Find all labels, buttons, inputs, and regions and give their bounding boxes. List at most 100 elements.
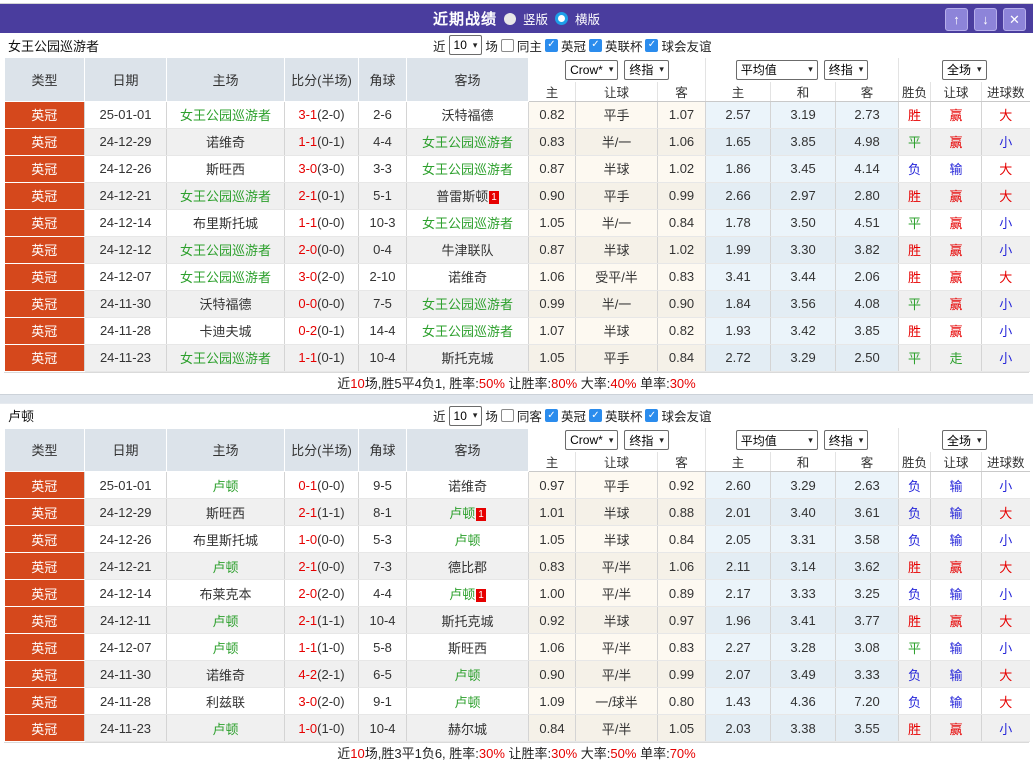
odds-handicap: 平/半 xyxy=(575,714,658,742)
result-goals: 小 xyxy=(981,633,1030,661)
match-date: 24-12-07 xyxy=(84,633,167,661)
same-away-label[interactable]: 同客 xyxy=(517,406,542,425)
match-date: 25-01-01 xyxy=(84,471,167,499)
col-odds-handicap: 让球 xyxy=(575,81,658,102)
final-average-select[interactable]: 终指 ▾ xyxy=(823,59,869,80)
match-date: 24-12-29 xyxy=(84,128,167,156)
home-team-name: 卢顿 xyxy=(212,721,239,737)
near-label: 近 xyxy=(433,410,446,424)
up-arrow-icon: ↑ xyxy=(953,12,960,27)
horizontal-view-label[interactable]: 横版 xyxy=(575,9,600,28)
final-odds-select[interactable]: 终指 ▾ xyxy=(624,59,669,80)
scope-dropdown: 全场 ▾ xyxy=(898,57,1030,82)
avg-away: 3.85 xyxy=(835,317,899,345)
league-checkbox-yinglianbei[interactable]: ✓ xyxy=(588,409,602,422)
bookmaker-select[interactable]: Crow* ▾ xyxy=(565,59,619,80)
col-avg-home: 主 xyxy=(705,81,771,102)
scope-dropdown: 全场 ▾ xyxy=(898,428,1030,452)
horizontal-view-radio[interactable] xyxy=(555,12,568,25)
result-handicap: 赢 xyxy=(930,263,982,291)
average-select[interactable]: 平均值 ▾ xyxy=(735,430,818,450)
league-checkbox-friendly[interactable]: ✓ xyxy=(645,38,659,52)
avg-away: 3.08 xyxy=(835,633,899,661)
odds-handicap: 平手 xyxy=(575,182,658,210)
odds-away: 1.02 xyxy=(656,236,706,264)
corner-score: 10-3 xyxy=(358,209,407,237)
league-label-friendly[interactable]: 球会友谊 xyxy=(661,406,711,425)
avg-away: 4.14 xyxy=(835,155,899,183)
avg-home: 1.96 xyxy=(705,606,771,634)
odds-home: 1.00 xyxy=(528,579,576,607)
avg-draw: 3.19 xyxy=(770,101,836,129)
league-checkbox-yingguan[interactable]: ✓ xyxy=(544,38,558,52)
league-label-yinglianbei[interactable]: 英联杯 xyxy=(605,406,643,425)
chevron-down-icon: ▾ xyxy=(608,434,614,445)
halftime-score: (1-1) xyxy=(317,612,345,628)
odds-handicap: 半球 xyxy=(575,525,658,553)
avg-home: 2.01 xyxy=(705,498,771,526)
home-team: 布莱克本 xyxy=(166,579,285,607)
odds-away: 0.82 xyxy=(656,317,706,345)
recent-count-select[interactable]: 10 ▾ xyxy=(448,405,483,426)
result-outcome: 平 xyxy=(898,128,931,156)
league-checkbox-yingguan[interactable]: ✓ xyxy=(544,409,558,422)
halftime-score: (0-1) xyxy=(317,188,345,203)
result-goals: 小 xyxy=(981,236,1030,264)
away-team-name: 女王公园巡游者 xyxy=(421,216,513,231)
result-outcome: 负 xyxy=(898,660,931,688)
odds-away: 0.97 xyxy=(656,606,706,634)
home-team: 卢顿 xyxy=(166,714,285,742)
away-team-name: 斯旺西 xyxy=(447,640,487,656)
avg-draw: 3.14 xyxy=(770,552,836,580)
avg-away: 4.08 xyxy=(835,290,899,318)
average-select[interactable]: 平均值 ▾ xyxy=(735,59,818,80)
home-team-name: 卢顿 xyxy=(212,613,239,629)
odds-home: 1.01 xyxy=(528,498,576,526)
recent-count-select[interactable]: 10 ▾ xyxy=(448,35,483,55)
result-outcome: 负 xyxy=(898,525,931,553)
odds-handicap: 半/一 xyxy=(575,128,658,156)
away-team: 牛津联队 xyxy=(406,236,529,264)
match-date: 24-12-12 xyxy=(84,236,167,264)
league-label-friendly[interactable]: 球会友谊 xyxy=(661,36,711,55)
fulltime-select[interactable]: 全场 ▾ xyxy=(942,430,987,450)
home-team: 布里斯托城 xyxy=(166,525,285,553)
league-label-yingguan[interactable]: 英冠 xyxy=(561,406,586,425)
away-team: 女王公园巡游者 xyxy=(406,209,529,237)
final-odds-select[interactable]: 终指 ▾ xyxy=(624,430,669,450)
league-checkbox-yinglianbei[interactable]: ✓ xyxy=(588,38,602,52)
odds-handicap: 半球 xyxy=(575,498,658,526)
final-average-select[interactable]: 终指 ▾ xyxy=(823,430,869,450)
avg-away: 3.82 xyxy=(835,236,899,264)
home-team-name: 沃特福德 xyxy=(199,297,252,312)
home-team: 女王公园巡游者 xyxy=(166,344,285,372)
same-away-checkbox[interactable] xyxy=(500,409,514,422)
down-arrow-icon: ↓ xyxy=(982,12,989,27)
result-outcome: 平 xyxy=(898,209,931,237)
home-team-name: 斯旺西 xyxy=(205,505,245,521)
scroll-down-button[interactable]: ↓ xyxy=(974,8,997,31)
col-result-handicap: 让球 xyxy=(930,81,982,102)
match-score: 2-1(1-1) xyxy=(284,606,359,634)
same-home-label[interactable]: 同主 xyxy=(517,36,542,55)
avg-away: 3.58 xyxy=(835,525,899,553)
summary-segment: 10 xyxy=(350,375,365,391)
scroll-up-button[interactable]: ↑ xyxy=(945,8,968,31)
bookmaker-select[interactable]: Crow* ▾ xyxy=(565,430,619,450)
home-team: 诺维奇 xyxy=(166,128,285,156)
fulltime-select[interactable]: 全场 ▾ xyxy=(942,59,987,80)
league-checkbox-friendly[interactable]: ✓ xyxy=(645,409,659,422)
home-team-name: 女王公园巡游者 xyxy=(179,270,271,285)
avg-away: 3.77 xyxy=(835,606,899,634)
league-label-yinglianbei[interactable]: 英联杯 xyxy=(605,36,643,55)
close-button[interactable]: ✕ xyxy=(1003,8,1026,31)
vertical-view-radio[interactable] xyxy=(503,12,516,25)
same-home-checkbox[interactable] xyxy=(500,38,514,52)
avg-home: 2.27 xyxy=(705,633,771,661)
col-corner: 角球 xyxy=(358,427,407,472)
odds-home: 1.05 xyxy=(528,525,576,553)
vertical-view-label[interactable]: 竖版 xyxy=(523,9,548,28)
match-date: 24-11-30 xyxy=(84,290,167,318)
match-score: 2-1(1-1) xyxy=(284,498,359,526)
league-label-yingguan[interactable]: 英冠 xyxy=(561,36,586,55)
